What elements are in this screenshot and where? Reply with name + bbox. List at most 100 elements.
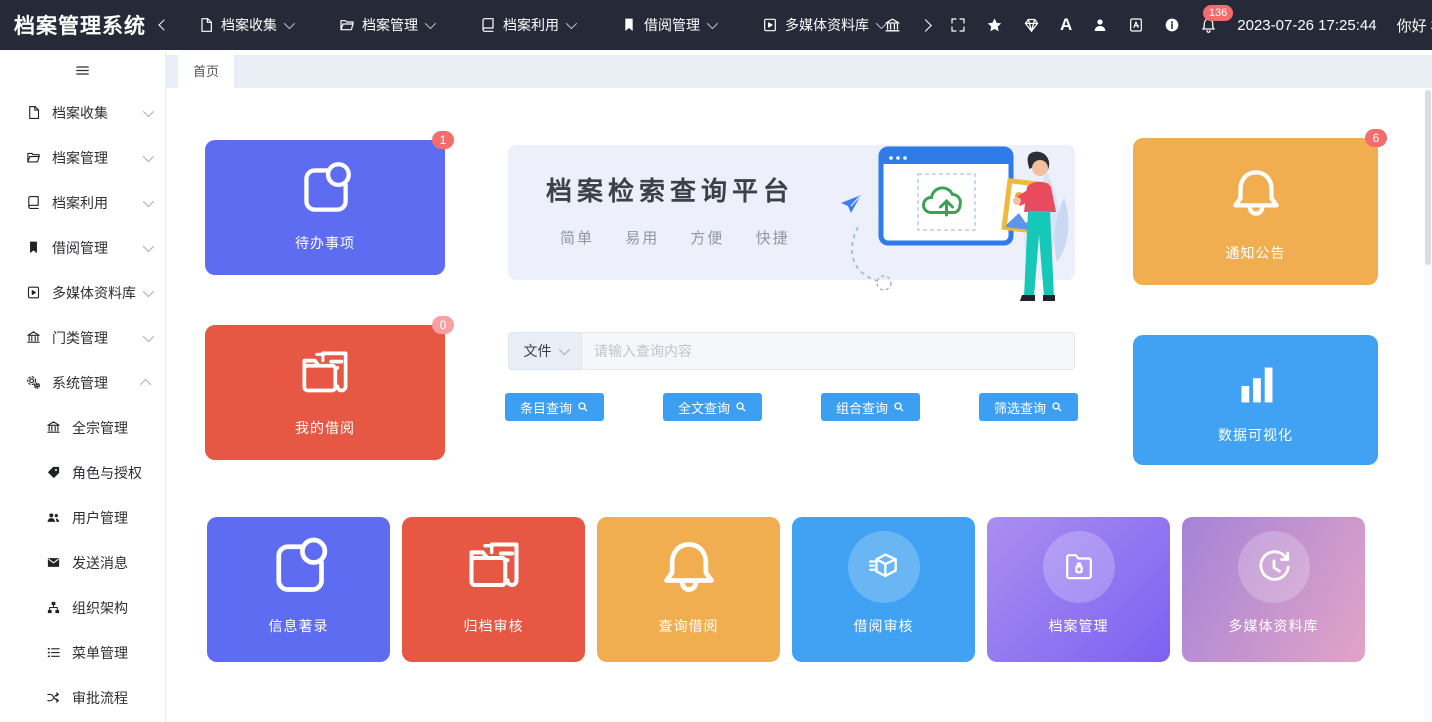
banner-title: 档案检索查询平台: [546, 171, 794, 208]
tag-icon: [44, 465, 62, 480]
sitemap-icon: [44, 600, 62, 615]
scrollbar-thumb[interactable]: [1425, 90, 1431, 265]
sidebar-subitem-menu[interactable]: 菜单管理: [0, 630, 165, 675]
search-platform-banner: 档案检索查询平台 简单 易用 方便 快捷: [508, 145, 1075, 280]
cube-icon: [792, 531, 975, 603]
sidebar-item-category[interactable]: 门类管理: [0, 315, 165, 360]
combo-query-button[interactable]: 组合查询: [821, 393, 920, 421]
sidebar-item-use[interactable]: 档案利用: [0, 180, 165, 225]
info-icon[interactable]: [1164, 17, 1180, 33]
media-icon: [762, 17, 778, 33]
notice-card[interactable]: 6 通知公告: [1133, 138, 1378, 285]
search-bar: 文件: [508, 332, 1075, 370]
datetime-text: 2023-07-26 17:25:44: [1237, 17, 1376, 34]
top-menu-item-collect[interactable]: 档案收集: [198, 15, 292, 35]
chevron-down-icon: [143, 240, 154, 251]
entry-query-button[interactable]: 条目查询: [505, 393, 604, 421]
gem-icon[interactable]: [1023, 17, 1040, 34]
top-navbar: 档案管理系统 档案收集 档案管理 档案利用 借阅管理: [0, 0, 1432, 50]
chevron-down-icon: [143, 195, 154, 206]
hamburger-menu-icon[interactable]: [0, 50, 165, 90]
users-icon: [44, 510, 62, 525]
sidebar: 档案收集 档案管理 档案利用 借阅管理 多媒体资料库 门类管理 系统管理: [0, 50, 166, 722]
chevron-down-icon: [707, 18, 718, 29]
sidebar-subitem-workflow[interactable]: 审批流程: [0, 675, 165, 720]
data-viz-card[interactable]: 数据可视化: [1133, 335, 1378, 465]
sidebar-item-label: 用户管理: [72, 508, 128, 528]
shortcut-info-entry[interactable]: 信息著录: [207, 517, 390, 662]
chevron-down-icon: [143, 105, 154, 116]
list-icon: [44, 645, 62, 660]
bank-icon[interactable]: [884, 17, 901, 34]
chevron-down-icon: [425, 18, 436, 29]
folder-open-icon: [339, 17, 355, 33]
font-size-icon[interactable]: A: [1060, 15, 1072, 35]
todo-card[interactable]: 1 待办事项: [205, 140, 445, 275]
top-menu-item-manage[interactable]: 档案管理: [339, 15, 433, 35]
translate-icon[interactable]: [1128, 17, 1144, 33]
sidebar-item-label: 档案管理: [52, 148, 108, 168]
gears-icon: [24, 375, 42, 390]
sidebar-item-borrow[interactable]: 借阅管理: [0, 225, 165, 270]
data-viz-card-label: 数据可视化: [1133, 425, 1378, 445]
chevron-down-icon: [566, 18, 577, 29]
shortcut-archive-review[interactable]: 归档审核: [402, 517, 585, 662]
search-input[interactable]: [581, 332, 1075, 370]
star-icon[interactable]: [986, 17, 1003, 34]
shortcut-label: 查询借阅: [597, 616, 780, 636]
filter-query-button[interactable]: 筛选查询: [979, 393, 1078, 421]
top-menu-item-borrow[interactable]: 借阅管理: [621, 15, 715, 35]
top-menu-item-use[interactable]: 档案利用: [480, 15, 574, 35]
chevron-down-icon: [143, 150, 154, 161]
sidebar-subitem-org[interactable]: 组织架构: [0, 585, 165, 630]
top-menu-label: 档案管理: [362, 15, 418, 35]
button-label: 条目查询: [520, 398, 572, 417]
fulltext-query-button[interactable]: 全文查询: [663, 393, 762, 421]
sidebar-item-label: 档案利用: [52, 193, 108, 213]
shortcut-query-borrow[interactable]: 查询借阅: [597, 517, 780, 662]
my-borrow-card[interactable]: 0 我的借阅: [205, 325, 445, 460]
sidebar-subitem-users[interactable]: 用户管理: [0, 495, 165, 540]
sidebar-item-label: 全宗管理: [72, 418, 128, 438]
fullscreen-icon[interactable]: [950, 17, 966, 33]
chevron-up-icon: [140, 378, 151, 389]
shortcut-borrow-review[interactable]: 借阅审核: [792, 517, 975, 662]
main-area: 首页 1 待办事项 档案检索查询平台 简单 易用 方便 快捷: [165, 50, 1432, 722]
bell-icon: [1133, 160, 1378, 226]
sidebar-item-collect[interactable]: 档案收集: [0, 90, 165, 135]
bank-icon: [44, 420, 62, 435]
chevron-right-icon[interactable]: [921, 21, 930, 30]
top-menu-item-media[interactable]: 多媒体资料库: [762, 15, 884, 35]
shortcut-label: 多媒体资料库: [1182, 616, 1365, 636]
app-title: 档案管理系统: [0, 10, 146, 40]
sidebar-item-manage[interactable]: 档案管理: [0, 135, 165, 180]
shortcut-archive-manage[interactable]: 档案管理: [987, 517, 1170, 662]
shortcut-label: 档案管理: [987, 616, 1170, 636]
banner-feature: 快捷: [756, 230, 790, 247]
book-icon: [24, 195, 42, 210]
bar-chart-icon: [1133, 353, 1378, 415]
bell-icon: [597, 531, 780, 603]
bookmark-icon: [621, 17, 637, 33]
notification-bell-icon[interactable]: 136: [1200, 17, 1217, 34]
clipboard-circle-icon: [207, 531, 390, 603]
book-icon: [480, 17, 496, 33]
collapse-sidebar-icon[interactable]: [160, 21, 168, 29]
search-category-value: 文件: [524, 341, 552, 361]
sidebar-subitem-fonds[interactable]: 全宗管理: [0, 405, 165, 450]
search-category-select[interactable]: 文件: [508, 332, 581, 370]
sidebar-item-label: 组织架构: [72, 598, 128, 618]
bookmark-icon: [24, 240, 42, 255]
shortcut-label: 归档审核: [402, 616, 585, 636]
shuffle-icon: [44, 690, 62, 705]
sidebar-item-media[interactable]: 多媒体资料库: [0, 270, 165, 315]
my-borrow-badge: 0: [432, 316, 454, 334]
sidebar-item-label: 档案收集: [52, 103, 108, 123]
user-icon[interactable]: [1092, 17, 1108, 33]
banner-illustration: [821, 143, 1073, 315]
sidebar-subitem-message[interactable]: 发送消息: [0, 540, 165, 585]
shortcut-multimedia-library[interactable]: 多媒体资料库: [1182, 517, 1365, 662]
tab-home[interactable]: 首页: [178, 55, 234, 88]
sidebar-subitem-roles[interactable]: 角色与授权: [0, 450, 165, 495]
sidebar-item-system[interactable]: 系统管理: [0, 360, 165, 405]
